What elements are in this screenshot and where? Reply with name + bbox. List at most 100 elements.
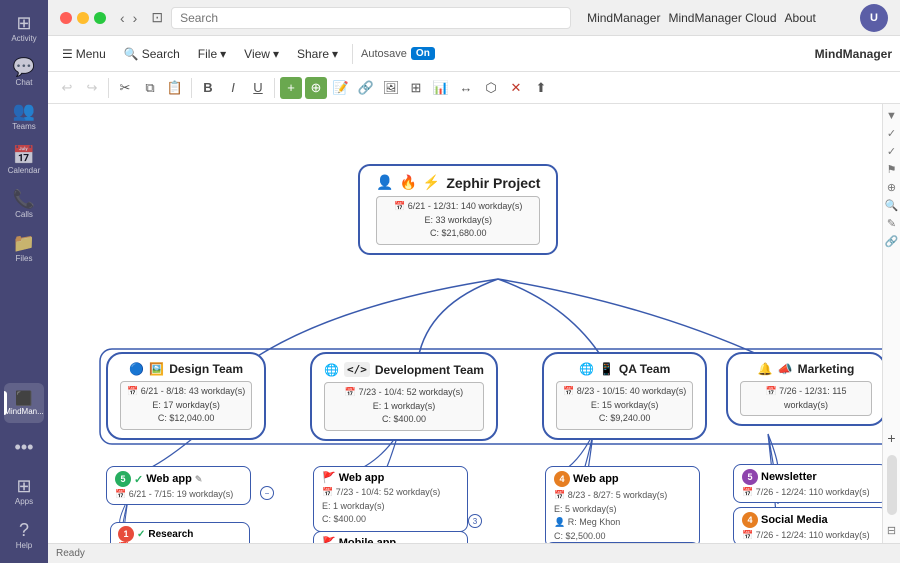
sidebar-item-help[interactable]: ? Help <box>4 515 44 555</box>
add-topic-button[interactable]: + <box>280 77 302 99</box>
close-button[interactable] <box>60 12 72 24</box>
design-team-info: 📅 6/21 - 8/18: 43 workday(s) E: 17 workd… <box>120 381 252 430</box>
dev-team-info: 📅 7/23 - 10/4: 52 workday(s) E: 1 workda… <box>324 382 484 431</box>
collapse-design[interactable]: − <box>260 486 274 500</box>
sidebar-item-apps[interactable]: ⊞ Apps <box>4 471 44 511</box>
relationship-button[interactable]: ↔ <box>455 77 477 99</box>
mindmap-container[interactable]: 👤 🔥 ⚡ Zephir Project 📅 6/21 - 12/31: 140… <box>48 104 882 543</box>
page-icon: ⊡ <box>151 9 163 26</box>
share-icon-button[interactable]: ⬆ <box>530 77 552 99</box>
sidebar-item-activity[interactable]: ⊞ Activity <box>4 8 44 48</box>
dev-team-node: 🌐 </> Development Team 📅 7/23 - 10/4: 52… <box>310 352 498 441</box>
dev-icon1: 🌐 <box>324 363 339 377</box>
dev-team-title: 🌐 </> Development Team <box>324 362 484 377</box>
sidebar-item-files[interactable]: 📁 Files <box>4 228 44 268</box>
scroll-thumb[interactable] <box>887 455 897 515</box>
minimize-button[interactable] <box>77 12 89 24</box>
window-chrome: ‹ › ⊡ MindManager MindManager Cloud Abou… <box>48 0 900 36</box>
delete-button[interactable]: ✕ <box>505 77 527 99</box>
add-subtopic-button[interactable]: ⊕ <box>305 77 327 99</box>
user-avatar[interactable]: U <box>860 4 888 32</box>
mobile-flag-icon: 🚩 <box>322 536 336 543</box>
chevron-down-icon3: ▾ <box>332 47 338 61</box>
sidebar-item-teams[interactable]: 👥 Teams <box>4 96 44 136</box>
root-cost: C: $21,680.00 <box>383 227 533 241</box>
activity-icon: ⊞ <box>16 14 31 32</box>
icon-toolbar: ↩ ↪ ✂ ⧉ 📋 B I U + ⊕ 📝 🔗 🖼 ⊞ 📊 ↔ ⬡ ✕ ⬆ <box>48 72 900 104</box>
mkt-icon2: 📣 <box>778 362 793 376</box>
paste-button[interactable]: 📋 <box>164 77 186 99</box>
about-link[interactable]: About <box>785 11 816 25</box>
mindmanager-cloud-link[interactable]: MindManager Cloud <box>668 11 776 25</box>
share-button[interactable]: Share ▾ <box>291 44 344 64</box>
redo-button[interactable]: ↪ <box>81 77 103 99</box>
add-right-icon[interactable]: + <box>887 430 895 446</box>
check-right-icon2[interactable]: ✓ <box>887 145 896 158</box>
social-media-title: 4 Social Media <box>742 512 879 528</box>
flag-right-icon[interactable]: ⚑ <box>887 163 897 176</box>
chrome-search-input[interactable] <box>171 7 571 29</box>
sidebar-item-calendar[interactable]: 📅 Calendar <box>4 140 44 180</box>
main-toolbar: ☰ Menu 🔍 Search File ▾ View ▾ Share ▾ Au… <box>48 36 900 72</box>
webapp-badge: 5 <box>115 471 131 487</box>
copy-button[interactable]: ⧉ <box>139 77 161 99</box>
dev-mobileapp-node: 🚩 Mobile app 📅 8/19 - 9/24: 27 workday(s… <box>313 531 468 543</box>
search-right-icon[interactable]: 🔍 <box>885 199 899 212</box>
icon-toolbar-divider1 <box>108 78 109 98</box>
note-button[interactable]: 📝 <box>330 77 352 99</box>
link-button[interactable]: 🔗 <box>355 77 377 99</box>
sidebar-item-chat-label: Chat <box>16 78 33 87</box>
check-right-icon[interactable]: ✓ <box>887 127 896 140</box>
teams-icon: 👥 <box>13 102 35 120</box>
sidebar-item-teams-label: Teams <box>12 122 36 131</box>
check-icon2: ✓ <box>137 529 145 540</box>
zoom-icon[interactable]: ⊕ <box>887 181 896 194</box>
underline-button[interactable]: U <box>247 77 269 99</box>
marketing-team-node: 🔔 📣 Marketing 📅 7/26 - 12/31: 115 workda… <box>726 352 882 426</box>
back-button[interactable]: ‹ <box>118 10 127 26</box>
edit-right-icon[interactable]: ✎ <box>887 217 896 230</box>
sidebar-item-chat[interactable]: 💬 Chat <box>4 52 44 92</box>
design-icon1: 🔵 <box>129 362 144 376</box>
collapse-dev[interactable]: 3 <box>468 514 482 528</box>
root-icon2: 🔥 <box>399 174 416 191</box>
sidebar-item-mindmanager[interactable]: ⬛ MindMan... <box>4 383 44 423</box>
qa-team-title: 🌐 📱 QA Team <box>556 362 693 376</box>
menu-button[interactable]: ☰ Menu <box>56 44 112 64</box>
table-button[interactable]: ⊞ <box>405 77 427 99</box>
autosave-control: Autosave On <box>361 47 435 60</box>
zoom-slider-icon[interactable]: ⊟ <box>887 524 896 537</box>
calls-icon: 📞 <box>13 190 35 208</box>
bold-button[interactable]: B <box>197 77 219 99</box>
autosave-toggle[interactable]: On <box>411 47 435 60</box>
teams-sidebar: ⊞ Activity 💬 Chat 👥 Teams 📅 Calendar 📞 C… <box>0 0 48 563</box>
cut-button[interactable]: ✂ <box>114 77 136 99</box>
search-icon: 🔍 <box>124 47 139 61</box>
sidebar-item-calls[interactable]: 📞 Calls <box>4 184 44 224</box>
forward-button[interactable]: › <box>131 10 140 26</box>
undo-button[interactable]: ↩ <box>56 77 78 99</box>
bottom-bar: Ready <box>48 543 900 563</box>
mindmanager-icon: ⬛ <box>15 391 32 405</box>
newsletter-node: 5 Newsletter 📅 7/26 - 12/24: 110 workday… <box>733 464 882 503</box>
view-button[interactable]: View ▾ <box>238 44 285 64</box>
file-button[interactable]: File ▾ <box>192 44 232 64</box>
dev-icon2: </> <box>344 362 370 377</box>
filter-icon[interactable]: ▼ <box>886 110 897 122</box>
status-text: Ready <box>56 548 85 559</box>
sidebar-item-more[interactable]: ••• <box>4 427 44 467</box>
maximize-button[interactable] <box>94 12 106 24</box>
qa-icon1: 🌐 <box>579 362 594 376</box>
link-right-icon[interactable]: 🔗 <box>885 235 899 248</box>
files-icon: 📁 <box>13 234 35 252</box>
boundary-button[interactable]: ⬡ <box>480 77 502 99</box>
calendar-icon: 📅 <box>13 146 35 164</box>
italic-button[interactable]: I <box>222 77 244 99</box>
search-button[interactable]: 🔍 Search <box>118 44 186 64</box>
root-node: 👤 🔥 ⚡ Zephir Project 📅 6/21 - 12/31: 140… <box>358 164 558 255</box>
toolbar-divider <box>352 44 353 64</box>
sidebar-item-activity-label: Activity <box>11 34 36 43</box>
image-button[interactable]: 🖼 <box>380 77 402 99</box>
research-title: 1 ✓ Research <box>118 526 242 542</box>
chart-button[interactable]: 📊 <box>430 77 452 99</box>
